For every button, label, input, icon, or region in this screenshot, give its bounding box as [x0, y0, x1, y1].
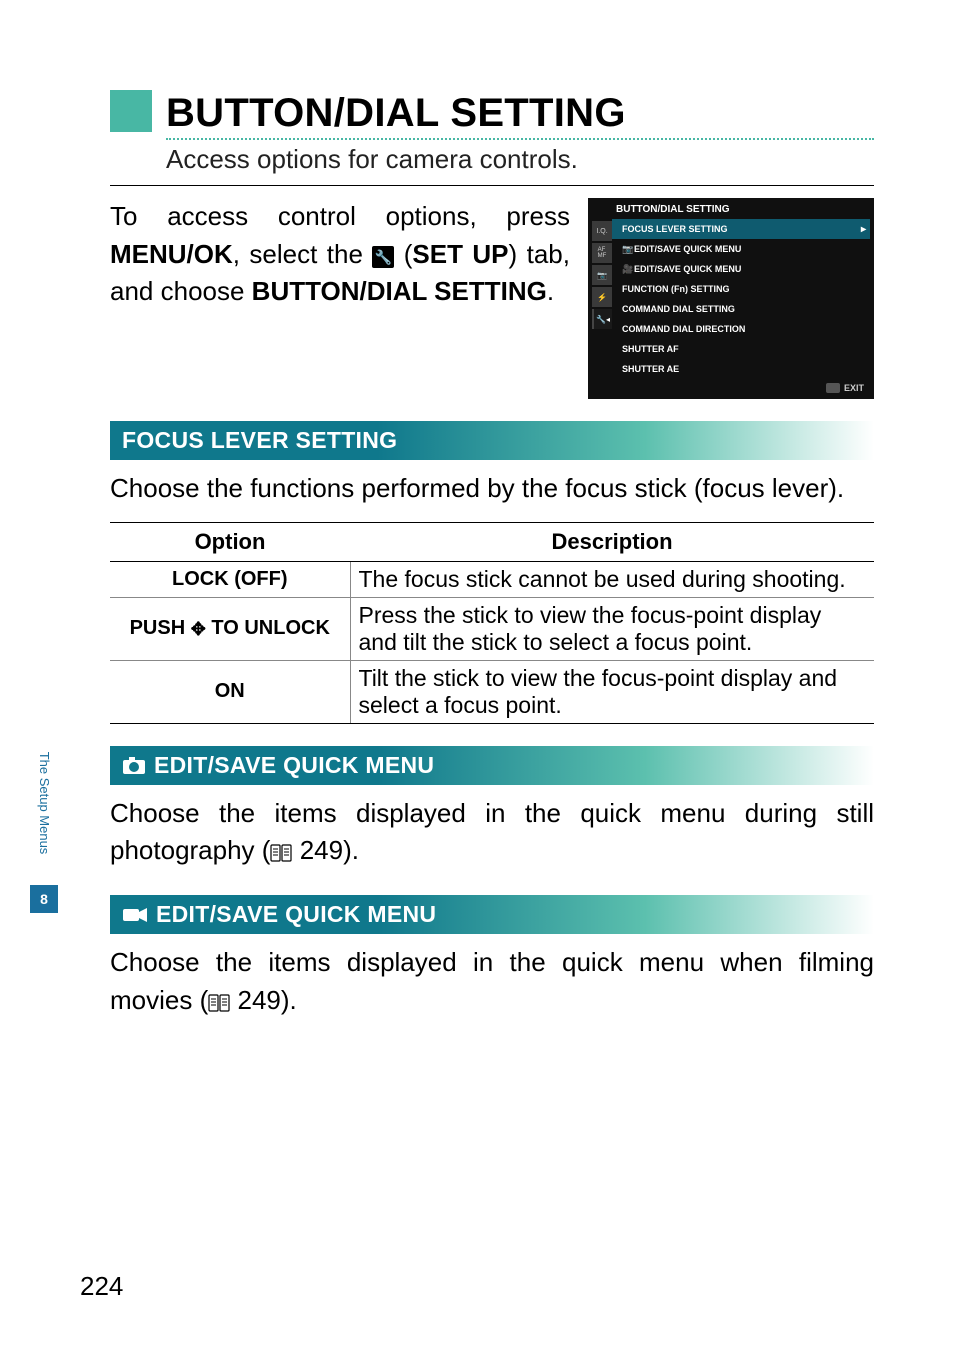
- menu-tab-af: AFMF: [592, 243, 612, 263]
- table-row: ON Tilt the stick to view the focus-poin…: [110, 660, 874, 723]
- intro-part2: , select the: [233, 239, 373, 269]
- section-banner-edit-still: EDIT/SAVE QUICK MENU: [110, 746, 874, 785]
- option-desc: Tilt the stick to view the focus-point d…: [350, 660, 874, 723]
- page-number: 224: [80, 1271, 123, 1302]
- table-head-desc: Description: [350, 522, 874, 561]
- movie-icon: [122, 906, 148, 924]
- stick-icon: ✥: [191, 619, 206, 640]
- menu-item: SHUTTER AF: [612, 339, 870, 359]
- menu-tab-arrow-icon: ◂: [606, 315, 610, 324]
- page-heading-row: BUTTON/DIAL SETTING: [110, 90, 874, 136]
- menu-item-label: COMMAND DIAL DIRECTION: [622, 324, 745, 334]
- text: ).: [281, 985, 297, 1015]
- menu-item: FUNCTION (Fn) SETTING: [612, 279, 870, 299]
- text: ).: [343, 835, 359, 865]
- option-name: PUSH ✥ TO UNLOCK: [110, 597, 350, 660]
- menu-item-arrow-icon: ▸: [861, 224, 866, 235]
- menu-item-label: EDIT/SAVE QUICK MENU: [634, 244, 741, 254]
- section-banner-focus-lever: FOCUS LEVER SETTING: [110, 421, 874, 460]
- option-name: ON: [110, 660, 350, 723]
- intro-row: To access control options, press MENU/OK…: [110, 198, 874, 399]
- option-desc: The focus stick cannot be used during sh…: [350, 561, 874, 597]
- menu-tab-shoot: 📷: [592, 265, 612, 285]
- intro-part4: .: [547, 276, 554, 306]
- section-title: FOCUS LEVER SETTING: [122, 427, 397, 454]
- page-ref-icon: [270, 835, 292, 873]
- option-name: LOCK (OFF): [110, 561, 350, 597]
- back-button-icon: [826, 383, 840, 393]
- menu-body: I.Q. AFMF 📷 ⚡ 🔧◂ FOCUS LEVER SETTING ▸ 📷…: [592, 219, 870, 379]
- menu-tabs: I.Q. AFMF 📷 ⚡ 🔧◂: [592, 219, 612, 379]
- menu-item-label: COMMAND DIAL SETTING: [622, 304, 735, 314]
- menu-item-label: FUNCTION (Fn) SETTING: [622, 284, 730, 294]
- focus-lever-table: Option Description LOCK (OFF) The focus …: [110, 522, 874, 724]
- page-ref: 249: [237, 985, 280, 1015]
- section-body: Choose the items displayed in the quick …: [110, 795, 874, 873]
- chapter-badge: 8: [30, 885, 58, 913]
- intro-bds: BUTTON/DIAL SETTING: [252, 276, 547, 306]
- movie-icon: 🎥: [622, 264, 632, 275]
- page-title: BUTTON/DIAL SETTING: [166, 91, 626, 136]
- page-ref: 249: [300, 835, 343, 865]
- menu-tab-setup: 🔧◂: [592, 309, 612, 329]
- section-banner-edit-movie: EDIT/SAVE QUICK MENU: [110, 895, 874, 934]
- section-body: Choose the functions performed by the fo…: [110, 470, 874, 508]
- table-head-option: Option: [110, 522, 350, 561]
- intro-menuok: MENU/OK: [110, 239, 233, 269]
- menu-item-label: EDIT/SAVE QUICK MENU: [634, 264, 741, 274]
- side-tab-label: The Setup Menus: [37, 718, 52, 888]
- menu-item: COMMAND DIAL SETTING: [612, 299, 870, 319]
- menu-item: 📷EDIT/SAVE QUICK MENU: [612, 239, 870, 259]
- camera-icon: 📷: [622, 244, 632, 255]
- menu-item: 🎥EDIT/SAVE QUICK MENU: [612, 259, 870, 279]
- menu-item-label: SHUTTER AF: [622, 344, 679, 354]
- intro-part1: To access control options, press: [110, 201, 570, 231]
- menu-tab-iq: I.Q.: [592, 221, 612, 241]
- heading-rule: [110, 185, 874, 186]
- section-title: EDIT/SAVE QUICK MENU: [156, 901, 436, 928]
- menu-item: FOCUS LEVER SETTING ▸: [612, 219, 870, 239]
- intro-setup: SET UP: [412, 239, 508, 269]
- option-name-text: PUSH ✥ TO UNLOCK: [130, 617, 330, 639]
- table-row: LOCK (OFF) The focus stick cannot be use…: [110, 561, 874, 597]
- text: Choose the items displayed in the quick …: [110, 798, 874, 866]
- page-subtitle: Access options for camera controls.: [166, 144, 874, 175]
- heading-marker: [110, 90, 152, 132]
- menu-item: SHUTTER AE: [612, 359, 870, 379]
- menu-title: BUTTON/DIAL SETTING: [592, 204, 870, 219]
- side-tab: The Setup Menus: [30, 718, 58, 888]
- page-ref-icon: [208, 985, 230, 1023]
- menu-item: COMMAND DIAL DIRECTION: [612, 319, 870, 339]
- menu-item-label: SHUTTER AE: [622, 364, 679, 374]
- menu-item-label: FOCUS LEVER SETTING: [622, 224, 728, 234]
- section-title: EDIT/SAVE QUICK MENU: [154, 752, 434, 779]
- intro-text: To access control options, press MENU/OK…: [110, 198, 570, 311]
- menu-items: FOCUS LEVER SETTING ▸ 📷EDIT/SAVE QUICK M…: [612, 219, 870, 379]
- option-desc: Press the stick to view the focus-point …: [350, 597, 874, 660]
- menu-footer: EXIT: [592, 379, 870, 395]
- heading-dotted-rule: [166, 138, 874, 140]
- camera-icon: [122, 755, 146, 775]
- menu-screenshot: BUTTON/DIAL SETTING I.Q. AFMF 📷 ⚡ 🔧◂ FOC…: [588, 198, 874, 399]
- menu-tab-flash: ⚡: [592, 287, 612, 307]
- wrench-icon: 🔧: [596, 315, 606, 324]
- wrench-icon: 🔧: [372, 246, 394, 268]
- menu-footer-label: EXIT: [844, 383, 864, 393]
- table-row: PUSH ✥ TO UNLOCK Press the stick to view…: [110, 597, 874, 660]
- section-body: Choose the items displayed in the quick …: [110, 944, 874, 1022]
